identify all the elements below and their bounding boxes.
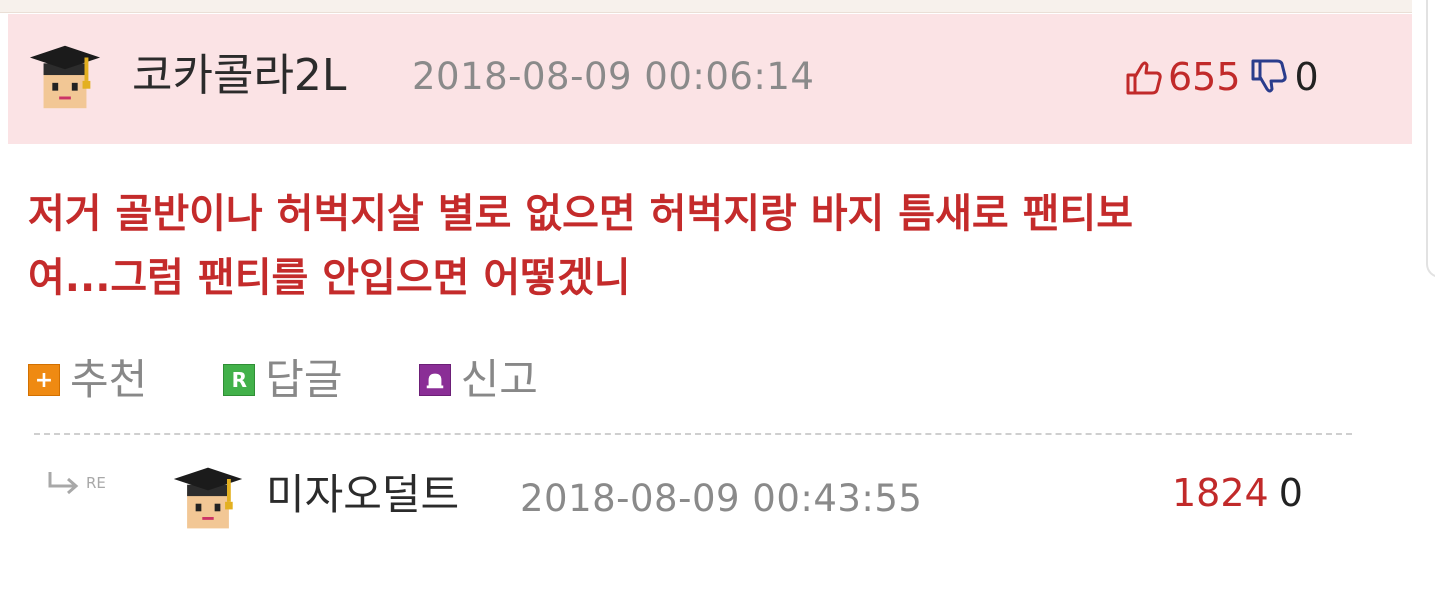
side-panel-edge (1426, 0, 1435, 278)
comment-actions: + 추천 R 답글 신고 (28, 352, 538, 408)
recommend-button[interactable]: + 추천 (28, 359, 147, 401)
comment-vote-box: 655 0 (1124, 54, 1319, 100)
comment-body-line-1: 저거 골반이나 허벅지살 별로 없으면 허벅지랑 바지 틈새로 팬티보 (28, 191, 1134, 237)
thumbs-down-icon[interactable] (1249, 57, 1289, 97)
upvote-count: 655 (1168, 55, 1241, 99)
siren-icon (418, 364, 451, 396)
reply-r-icon: R (223, 364, 256, 396)
comment-body-line-2: 여...그럼 팬티를 안입으면 어떻겠니 (28, 255, 631, 301)
reply-user-avatar-icon[interactable] (170, 460, 246, 536)
reply-indicator: RE (46, 468, 130, 498)
report-label: 신고 (460, 355, 538, 404)
recommend-label: 추천 (70, 355, 148, 404)
reply-button[interactable]: R 답글 (223, 355, 343, 404)
comment-body: 저거 골반이나 허벅지살 별로 없으면 허벅지랑 바지 틈새로 팬티보 여...… (28, 182, 1358, 310)
reply-arrow-icon (46, 470, 84, 496)
reply-timestamp: 2018-08-09 00:43:55 (520, 477, 923, 520)
reply-divider (34, 433, 1352, 435)
report-button[interactable]: 신고 (418, 355, 538, 404)
comment-author-name[interactable]: 코카콜라2L (132, 54, 346, 98)
plus-icon: + (28, 364, 60, 396)
comment-timestamp: 2018-08-09 00:06:14 (412, 55, 815, 98)
downvote-count: 0 (1294, 55, 1319, 99)
reply-vote-box: 1824 0 (1172, 474, 1303, 512)
reply-upvote-count[interactable]: 1824 (1172, 474, 1269, 512)
reply-label: 답글 (265, 355, 343, 404)
top-divider-strip (0, 0, 1412, 13)
thumbs-up-icon[interactable] (1124, 57, 1164, 97)
user-avatar-icon[interactable] (26, 38, 104, 116)
re-label: RE (86, 473, 106, 492)
reply-author-name[interactable]: 미자오덜트 (266, 474, 459, 516)
reply-downvote-count[interactable]: 0 (1279, 474, 1303, 512)
